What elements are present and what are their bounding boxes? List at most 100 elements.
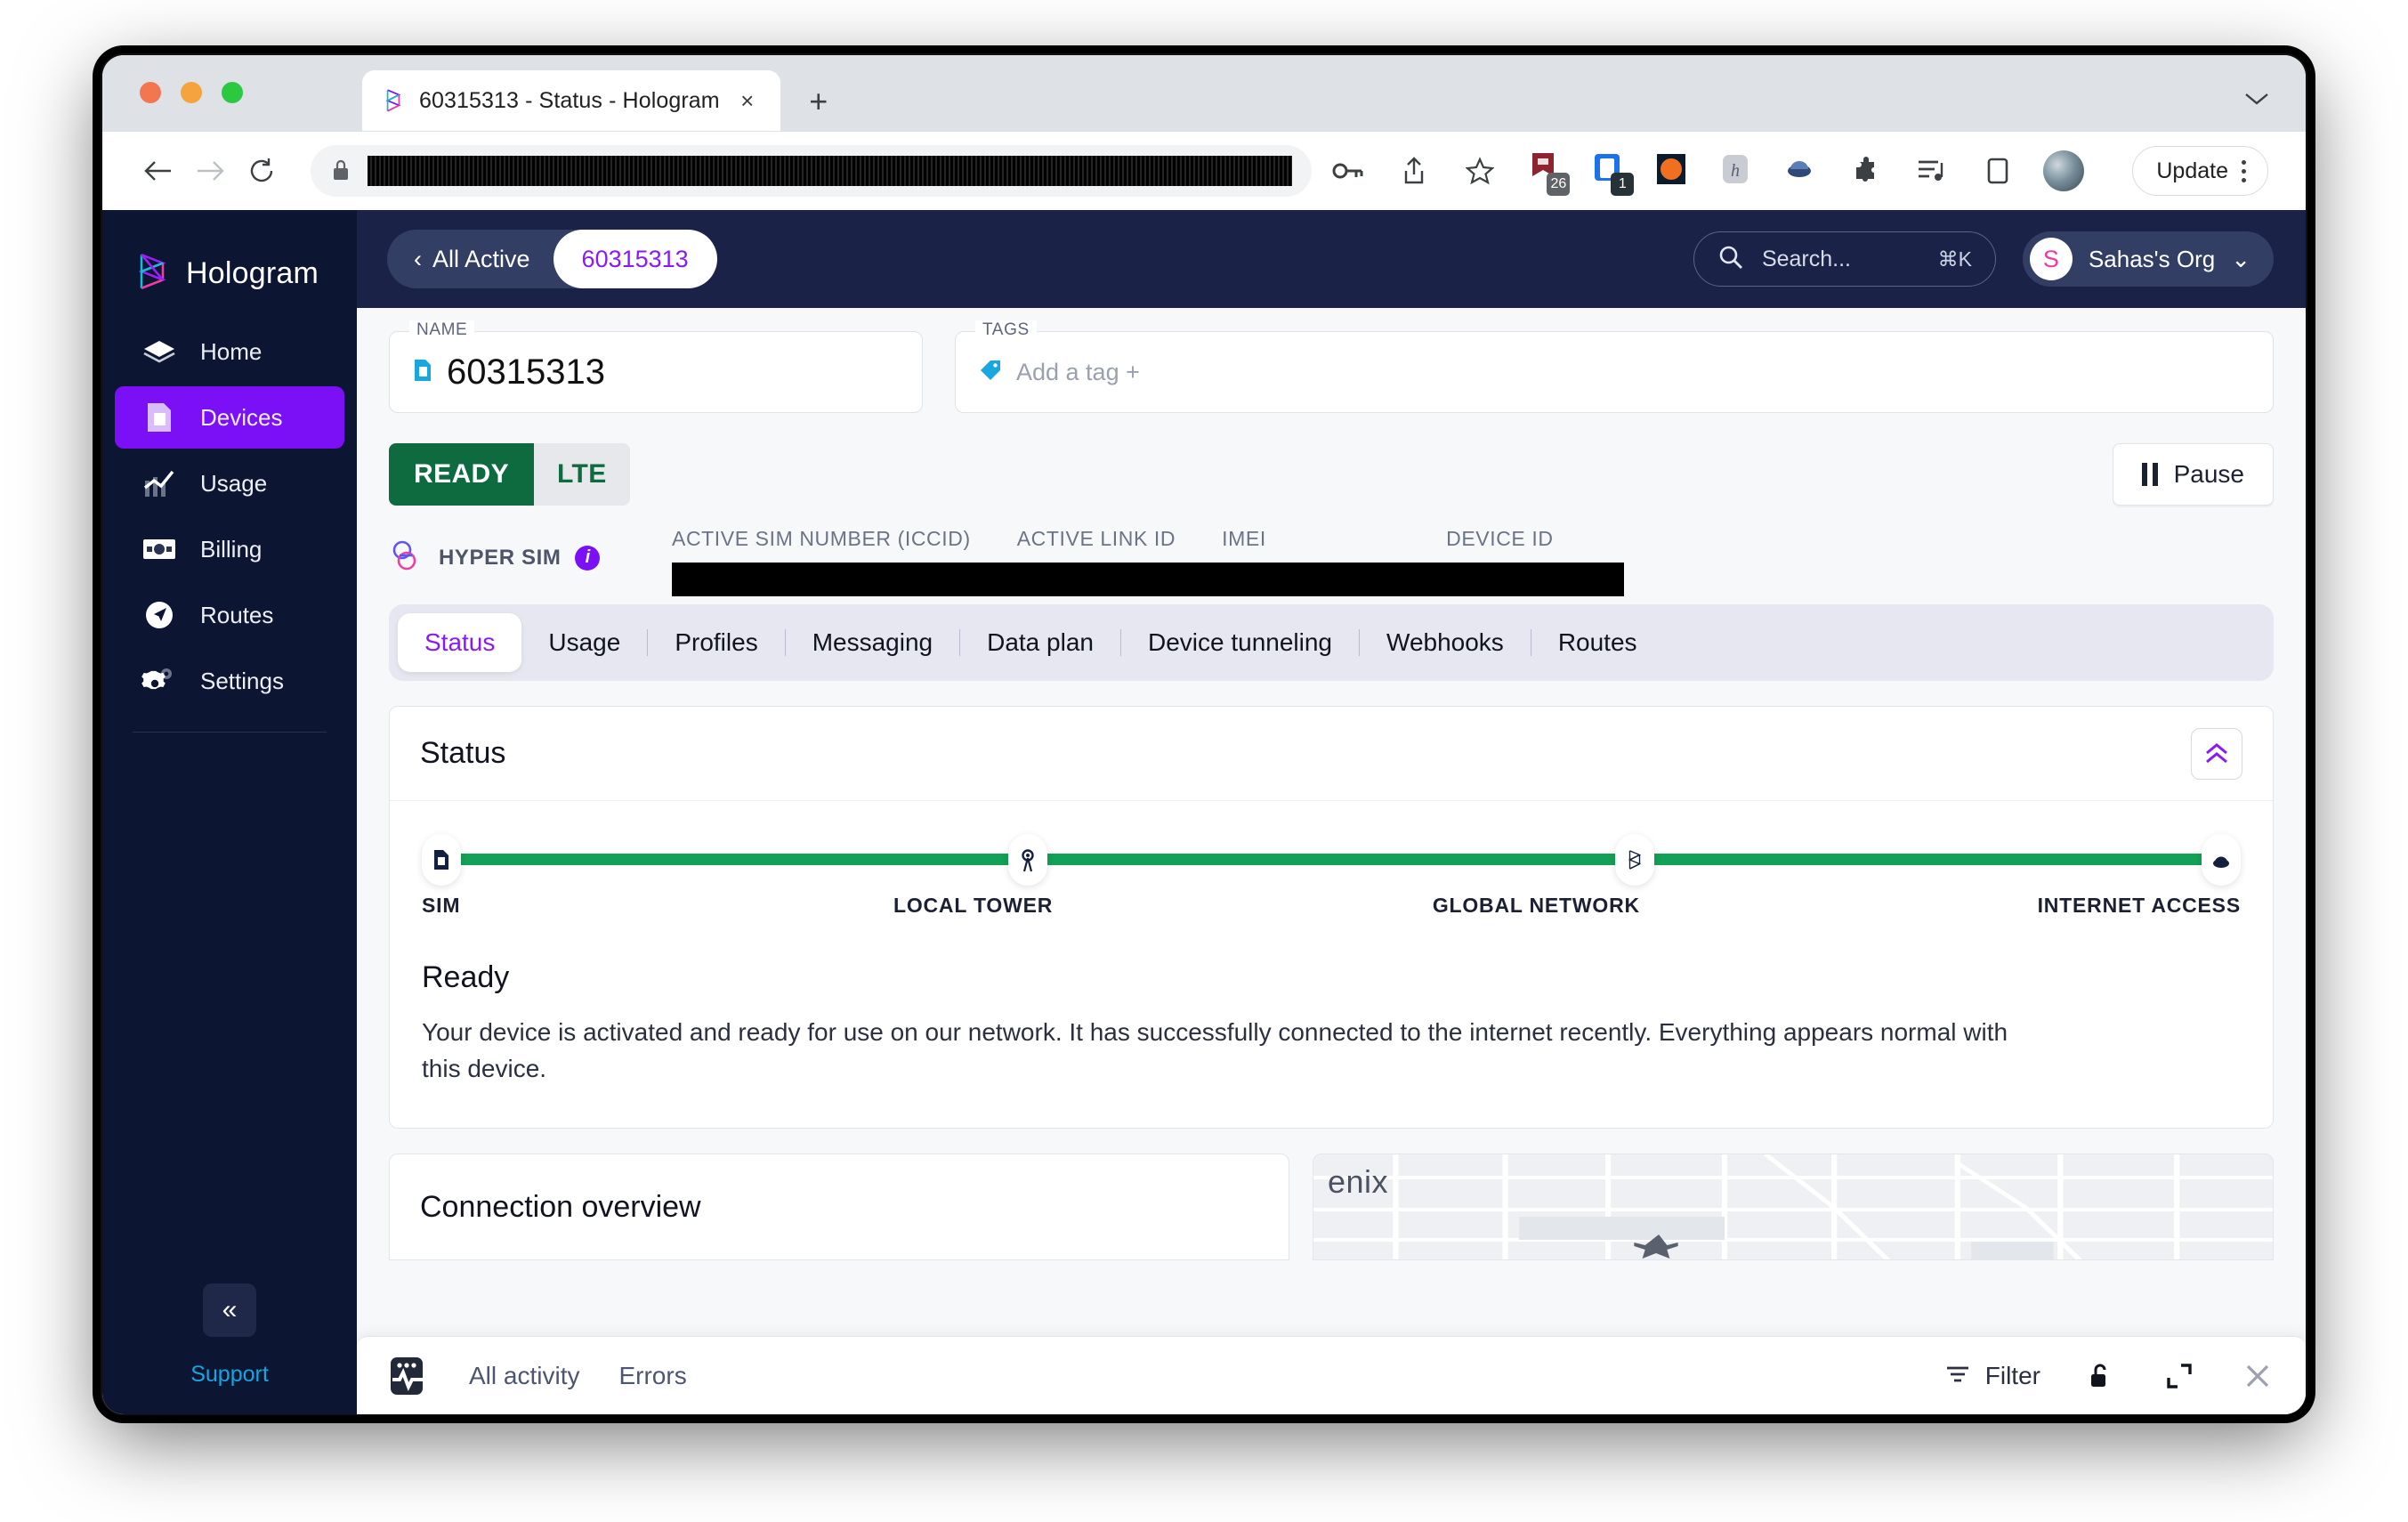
sidebar-item-label: Devices <box>200 403 283 431</box>
sidebar-item-devices[interactable]: Devices <box>115 386 344 449</box>
brand[interactable]: Hologram <box>102 210 357 308</box>
activity-tab-errors[interactable]: Errors <box>618 1362 686 1390</box>
sim-card-icon <box>413 358 432 387</box>
close-window-button[interactable] <box>140 82 161 103</box>
update-button[interactable]: Update <box>2132 146 2268 196</box>
search-icon <box>1717 244 1744 275</box>
progress-node-local-tower <box>1008 834 1048 886</box>
reload-button[interactable] <box>236 145 287 197</box>
brand-name: Hologram <box>186 255 319 290</box>
sidebar-footer: « Support <box>102 1283 357 1414</box>
close-icon[interactable] <box>2240 1358 2275 1394</box>
back-button[interactable] <box>133 145 184 197</box>
sidebar-collapse-button[interactable]: « <box>203 1283 256 1337</box>
chevron-double-up-icon[interactable] <box>2191 727 2242 780</box>
tab-device-tunneling[interactable]: Device tunneling <box>1121 613 1359 672</box>
device-id-columns: ACTIVE SIM NUMBER (ICCID) ACTIVE LINK ID… <box>672 527 1624 596</box>
progress-node-labels: SIM LOCAL TOWER GLOBAL NETWORK INTERNET … <box>422 894 2241 918</box>
screenshot-root: 60315313 - Status - Hologram × + 26 1 h … <box>0 0 2408 1522</box>
toolbar-actions: 26 1 h Update <box>1328 146 2268 196</box>
tab-webhooks[interactable]: Webhooks <box>1360 613 1531 672</box>
status-network-pill: LTE <box>534 443 630 506</box>
bookmark-star-icon[interactable] <box>1459 150 1500 191</box>
device-status-row: READY LTE Pause <box>357 413 2306 506</box>
close-icon[interactable]: × <box>734 87 761 114</box>
sidebar-item-routes[interactable]: Routes <box>115 584 344 646</box>
pause-label: Pause <box>2173 460 2244 488</box>
profile-avatar[interactable] <box>2043 150 2085 191</box>
extension-cloud-icon[interactable] <box>1782 151 1821 190</box>
maximize-window-button[interactable] <box>222 82 243 103</box>
tab-profiles[interactable]: Profiles <box>648 613 784 672</box>
key-icon[interactable] <box>1328 150 1369 191</box>
browser-tab[interactable]: 60315313 - Status - Hologram × <box>362 70 780 131</box>
forward-button[interactable] <box>184 145 236 197</box>
device-name-field[interactable]: NAME 60315313 <box>389 320 923 413</box>
activity-monitor-icon[interactable] <box>384 1353 430 1399</box>
support-link[interactable]: Support <box>190 1362 269 1388</box>
map-city-label: enix <box>1328 1163 1389 1201</box>
kebab-menu-icon[interactable] <box>2228 159 2259 182</box>
progress-node-internet-access <box>2202 834 2241 886</box>
billing-card-icon <box>140 537 179 562</box>
side-panel-icon[interactable] <box>1977 150 2018 191</box>
filter-button[interactable]: Filter <box>1944 1362 2040 1390</box>
device-tags-field[interactable]: TAGS Add a tag + <box>955 320 2274 413</box>
main-area: ‹ All Active 60315313 Search... ⌘K S Sah… <box>357 210 2306 1414</box>
breadcrumb-back-button[interactable]: ‹ All Active <box>387 246 554 273</box>
layers-icon <box>140 338 179 365</box>
sidebar-item-label: Billing <box>200 535 263 563</box>
tab-usage[interactable]: Usage <box>521 613 647 672</box>
pause-button[interactable]: Pause <box>2112 443 2274 506</box>
status-heading: Ready <box>422 960 510 994</box>
breadcrumb-back-label: All Active <box>432 245 530 272</box>
search-shortcut: ⌘K <box>1937 247 1972 271</box>
id-column: ACTIVE SIM NUMBER (ICCID) <box>672 527 971 551</box>
chevron-down-icon[interactable] <box>2243 91 2270 111</box>
share-icon[interactable] <box>1394 150 1434 191</box>
sidebar-divider <box>133 732 327 733</box>
puzzle-icon[interactable] <box>1846 150 1887 191</box>
unlock-icon[interactable] <box>2083 1358 2119 1394</box>
info-icon[interactable]: i <box>575 545 601 571</box>
calendar-badge-count: 26 <box>1547 173 1571 196</box>
extension-calendar-icon[interactable]: 26 <box>1525 151 1571 196</box>
chart-line-icon <box>140 468 179 498</box>
name-label: NAME <box>409 320 475 340</box>
tabs-badge-count: 1 <box>1611 173 1635 196</box>
status-card: Status SIM LOCAL TOWER GLOBAL NETWORK IN… <box>389 706 2274 1129</box>
sidebar-item-home[interactable]: Home <box>115 320 344 383</box>
search-input[interactable]: Search... ⌘K <box>1693 231 1996 287</box>
gear-icon <box>140 664 179 698</box>
tab-status[interactable]: Status <box>398 613 522 672</box>
activity-tab-all[interactable]: All activity <box>469 1362 579 1390</box>
sidebar-item-label: Routes <box>200 601 274 628</box>
redacted-url <box>368 156 1293 186</box>
topbar-right: Search... ⌘K S Sahas's Org ⌄ <box>1693 231 2274 287</box>
navigation-arrow-icon <box>140 599 179 631</box>
sidebar-item-settings[interactable]: Settings <box>115 650 344 712</box>
sidebar: Hologram Home Devices Usage Billing Rout… <box>102 210 357 1414</box>
minimize-window-button[interactable] <box>181 82 202 103</box>
map-card[interactable]: enix <box>1313 1154 2274 1261</box>
sim-card-icon <box>140 401 179 434</box>
extension-h-icon[interactable]: h <box>1717 151 1757 190</box>
org-switcher[interactable]: S Sahas's Org ⌄ <box>2022 231 2274 287</box>
extension-tabs-icon[interactable]: 1 <box>1589 151 1635 196</box>
tab-data-plan[interactable]: Data plan <box>960 613 1120 672</box>
tab-routes[interactable]: Routes <box>1531 613 1664 672</box>
tab-messaging[interactable]: Messaging <box>786 613 959 672</box>
breadcrumb-current[interactable]: 60315313 <box>553 230 717 288</box>
activity-bar: All activity Errors Filter <box>357 1336 2306 1414</box>
reading-list-icon[interactable] <box>1911 150 1952 191</box>
status-badge: READY LTE <box>389 443 630 506</box>
window-traffic-lights[interactable] <box>140 82 243 103</box>
expand-icon[interactable] <box>2162 1358 2197 1394</box>
new-tab-button[interactable]: + <box>795 77 843 125</box>
extension-colorwheel-icon[interactable] <box>1653 151 1693 190</box>
chevron-left-icon: ‹ <box>414 245 422 272</box>
sidebar-item-billing[interactable]: Billing <box>115 518 344 580</box>
svg-text:h: h <box>1731 161 1740 181</box>
sidebar-item-usage[interactable]: Usage <box>115 452 344 514</box>
address-bar[interactable] <box>311 145 1313 197</box>
